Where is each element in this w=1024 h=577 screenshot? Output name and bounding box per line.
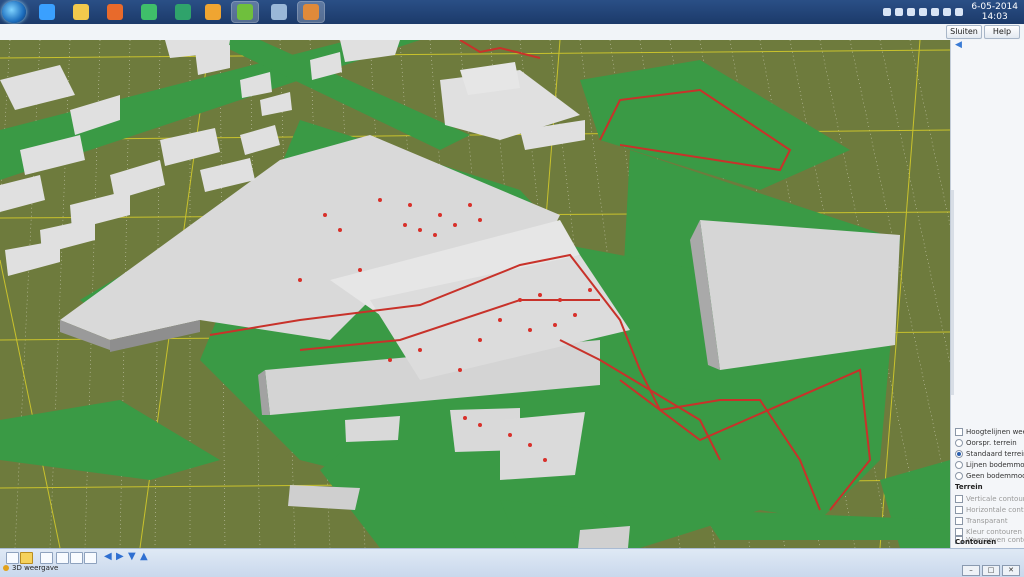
tray-icon[interactable] (895, 8, 904, 16)
option-label: Oorspr. terrein (966, 439, 1017, 447)
zoom-tool-icon[interactable] (40, 552, 53, 564)
option-2[interactable]: Standaard terrein (955, 450, 1024, 458)
option-label: Standaard terrein (966, 450, 1024, 458)
edit-tool-icon[interactable] (84, 552, 97, 564)
tray-icon[interactable] (907, 8, 916, 16)
option-label: Lijnen bodemmodel (966, 461, 1024, 469)
contour-option-0[interactable]: Verticale contouren (955, 495, 1024, 503)
tray-icon[interactable] (931, 8, 940, 16)
checkbox[interactable] (955, 528, 963, 536)
option-0[interactable]: Hoogtelijnen weergeven (955, 428, 1024, 436)
system-tray: 6-05-2014 14:03 (883, 0, 1018, 24)
option-label: Hoogtelijnen weergeven (966, 428, 1024, 436)
taskbar: 6-05-2014 14:03 (0, 0, 1024, 25)
option-label: Horizontale contouren (966, 506, 1024, 514)
arrow-up-icon[interactable]: ▲ (140, 552, 150, 562)
bottom-toolbar: ◀ ▶ ▼ ▲ 3D weergave – □ ✕ (0, 548, 1024, 577)
window-controls: – □ ✕ (962, 565, 1020, 576)
section-contours: Contouren (955, 538, 997, 546)
option-label: Transparant (966, 517, 1008, 525)
maximize-button[interactable]: □ (982, 565, 1000, 576)
option-1[interactable]: Oorspr. terrein (955, 439, 1017, 447)
option-label: Kleur contouren (966, 528, 1022, 536)
section-terrain: Terrein (955, 483, 983, 491)
help-button[interactable]: Help (984, 25, 1020, 39)
internet-explorer-icon[interactable] (34, 2, 60, 22)
volume-icon[interactable] (955, 8, 964, 16)
arrow-right-icon[interactable]: ▶ (116, 552, 126, 562)
tray-icon[interactable] (919, 8, 928, 16)
map-app-icon[interactable] (297, 1, 325, 23)
clock-time: 14:03 (981, 12, 1008, 22)
contour-option-2[interactable]: Transparant (955, 517, 1008, 525)
option-4[interactable]: Geen bodemmodel (955, 472, 1024, 480)
close-button[interactable]: ✕ (1002, 565, 1020, 576)
browser-active-icon[interactable] (231, 1, 259, 23)
rotate-tool-icon[interactable] (56, 552, 69, 564)
arrow-down-icon[interactable]: ▼ (128, 552, 138, 562)
media-player-icon[interactable] (102, 2, 128, 22)
3d-viewport[interactable] (0, 40, 950, 548)
gis-app-icon[interactable] (170, 2, 196, 22)
option-3[interactable]: Lijnen bodemmodel (955, 461, 1024, 469)
clock[interactable]: 6-05-2014 14:03 (971, 2, 1018, 22)
contour-option-3[interactable]: Kleur contouren (955, 528, 1022, 536)
app-header: Sluiten Help (0, 24, 1024, 41)
checkbox[interactable] (955, 517, 963, 525)
clock-date: 6-05-2014 (971, 2, 1018, 12)
status-title: 3D weergave (12, 564, 59, 572)
radio[interactable] (955, 461, 963, 469)
measure-tool-icon[interactable] (70, 552, 83, 564)
panel-scrollbar[interactable] (951, 190, 954, 395)
outlook-icon[interactable] (200, 2, 226, 22)
minimize-button[interactable]: – (962, 565, 980, 576)
file-explorer-icon[interactable] (68, 2, 94, 22)
radio[interactable] (955, 439, 963, 447)
layers-panel: ◀ Hoogtelijnen weergeven Oorspr. terrein… (950, 40, 1024, 548)
checkbox[interactable] (955, 495, 963, 503)
start-button[interactable] (2, 1, 26, 23)
close-view-button[interactable]: Sluiten (946, 25, 982, 39)
contour-option-1[interactable]: Horizontale contouren (955, 506, 1024, 514)
browser-icon[interactable] (136, 2, 162, 22)
scene-canvas[interactable] (0, 40, 950, 548)
arrow-left-icon[interactable]: ◀ (104, 552, 114, 562)
collapse-arrow-icon[interactable]: ◀ (955, 40, 962, 50)
radio[interactable] (955, 450, 963, 458)
option-label: Verticale contouren (966, 495, 1024, 503)
pan-tool-icon[interactable] (20, 552, 33, 564)
status-bar: 3D weergave (3, 564, 58, 572)
settings-app-icon[interactable] (266, 2, 292, 22)
app-icon (3, 565, 9, 571)
radio[interactable] (955, 472, 963, 480)
option-label: Geen bodemmodel (966, 472, 1024, 480)
checkbox[interactable] (955, 428, 963, 436)
network-icon[interactable] (943, 8, 952, 16)
select-tool-icon[interactable] (6, 552, 19, 564)
checkbox[interactable] (955, 506, 963, 514)
tray-icon[interactable] (883, 8, 892, 16)
